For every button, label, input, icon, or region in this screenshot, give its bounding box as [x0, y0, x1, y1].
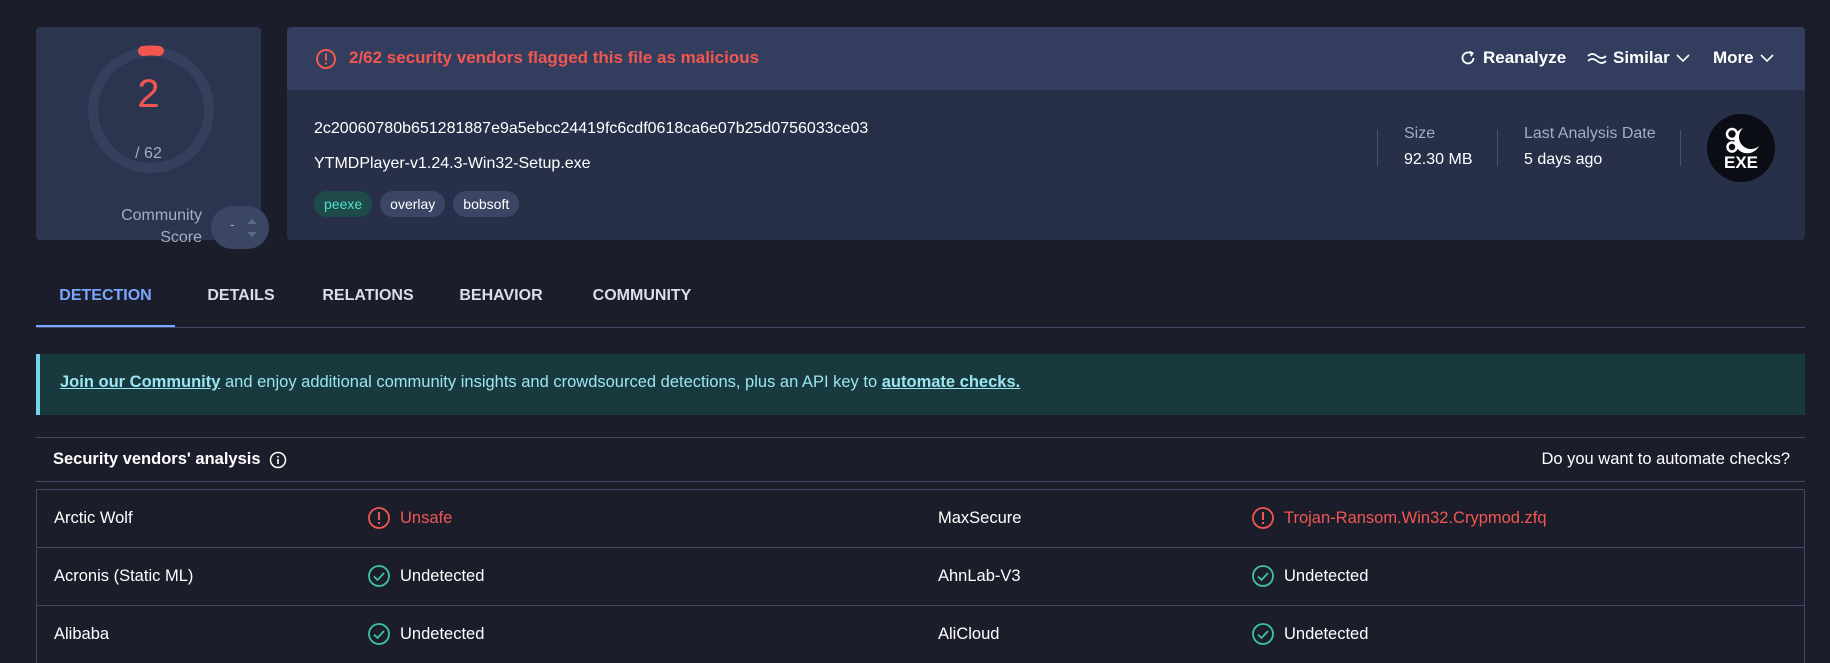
- size-label: Size: [1404, 125, 1436, 142]
- vote-arrows-icon[interactable]: [246, 215, 258, 241]
- community-score-value: -: [230, 216, 235, 232]
- gears-icon: EXE: [1724, 127, 1759, 172]
- join-community-link[interactable]: Join our Community: [60, 373, 220, 391]
- similar-dropdown[interactable]: Similar: [1587, 48, 1690, 68]
- detection-score-panel: 2 / 62 Community Score -: [36, 27, 269, 249]
- vendor-name: MaxSecure: [938, 509, 1022, 527]
- vendor-name: AliCloud: [938, 625, 1000, 643]
- last-analysis-label: Last Analysis Date: [1524, 125, 1656, 142]
- file-header-panel: 2/62 security vendors flagged this file …: [287, 27, 1805, 240]
- vendor-name: Acronis (Static ML): [54, 567, 194, 585]
- chevron-down-icon: [1760, 54, 1774, 63]
- community-banner: Join our Community and enjoy additional …: [36, 354, 1805, 415]
- table-row: Alibaba Undetected AliCloud Undetected: [37, 606, 1804, 663]
- tag-peexe[interactable]: peexe: [314, 191, 373, 217]
- table-row: Acronis (Static ML) Undetected AhnLab-V3…: [37, 548, 1804, 606]
- detection-count: 2: [137, 72, 160, 116]
- check-circle-icon: [368, 623, 390, 645]
- banner-text: Join our Community and enjoy additional …: [60, 373, 1021, 391]
- divider: [1377, 130, 1378, 166]
- refresh-icon: [1461, 50, 1475, 65]
- size-value: 92.30 MB: [1404, 151, 1473, 168]
- similar-waves-icon: [1587, 53, 1607, 64]
- tab-details[interactable]: DETAILS: [191, 270, 291, 328]
- detection-total: / 62: [135, 145, 162, 162]
- community-score-label: Community Score: [121, 207, 202, 246]
- check-circle-icon: [368, 565, 390, 587]
- tab-underline: [36, 327, 1805, 328]
- divider: [1497, 130, 1498, 166]
- tab-detection[interactable]: DETECTION: [36, 270, 175, 328]
- vendors-header: Security vendors' analysis Do you want t…: [36, 437, 1805, 482]
- vendor-name: AhnLab-V3: [938, 567, 1021, 585]
- tab-behavior[interactable]: BEHAVIOR: [443, 270, 559, 328]
- vendor-name: Alibaba: [54, 625, 110, 643]
- exe-file-type-icon: EXE: [1707, 114, 1775, 182]
- vendor-result: Undetected: [367, 564, 484, 588]
- chevron-down-icon: [1676, 54, 1690, 63]
- check-circle-icon: [1252, 565, 1274, 587]
- check-circle-icon: [1252, 623, 1274, 645]
- tag-bobsoft[interactable]: bobsoft: [453, 191, 520, 217]
- vendor-result: Trojan-Ransom.Win32.Crypmod.zfq: [1251, 506, 1547, 530]
- vendor-result: Undetected: [1251, 564, 1368, 588]
- tag-overlay[interactable]: overlay: [380, 191, 446, 217]
- vendor-result: Undetected: [367, 622, 484, 646]
- vendor-result: Unsafe: [367, 506, 452, 530]
- table-row: Arctic Wolf Unsafe MaxSecure Trojan-Rans…: [37, 490, 1804, 548]
- tab-relations[interactable]: RELATIONS: [308, 270, 428, 328]
- info-icon[interactable]: [269, 451, 287, 469]
- last-analysis-value: 5 days ago: [1524, 151, 1603, 168]
- malicious-alert-bar: 2/62 security vendors flagged this file …: [287, 27, 1805, 90]
- automate-checks-link[interactable]: automate checks.: [882, 373, 1020, 391]
- tab-bar: DETECTION DETAILS RELATIONS BEHAVIOR COM…: [36, 270, 1805, 328]
- svg-text:EXE: EXE: [1724, 153, 1758, 172]
- alert-text: 2/62 security vendors flagged this file …: [349, 48, 760, 67]
- vendors-title: Security vendors' analysis: [53, 450, 287, 469]
- file-name: YTMDPlayer-v1.24.3-Win32-Setup.exe: [314, 155, 591, 172]
- warning-circle-icon: [1252, 507, 1274, 529]
- file-tags: peexe overlay bobsoft: [314, 191, 520, 217]
- automate-checks-prompt[interactable]: Do you want to automate checks?: [1541, 450, 1790, 469]
- more-dropdown[interactable]: More: [1713, 48, 1774, 68]
- vendor-result: Undetected: [1251, 622, 1368, 646]
- file-hash[interactable]: 2c20060780b651281887e9a5ebcc24419fc6cdf0…: [314, 120, 868, 138]
- warning-circle-icon: [368, 507, 390, 529]
- tab-community[interactable]: COMMUNITY: [573, 270, 711, 328]
- warning-circle-icon: [316, 49, 336, 69]
- vendor-table: Arctic Wolf Unsafe MaxSecure Trojan-Rans…: [36, 489, 1805, 663]
- divider: [1680, 130, 1681, 166]
- reanalyze-button[interactable]: Reanalyze: [1459, 48, 1566, 68]
- vendor-name: Arctic Wolf: [54, 509, 133, 527]
- community-score-widget[interactable]: -: [211, 206, 269, 249]
